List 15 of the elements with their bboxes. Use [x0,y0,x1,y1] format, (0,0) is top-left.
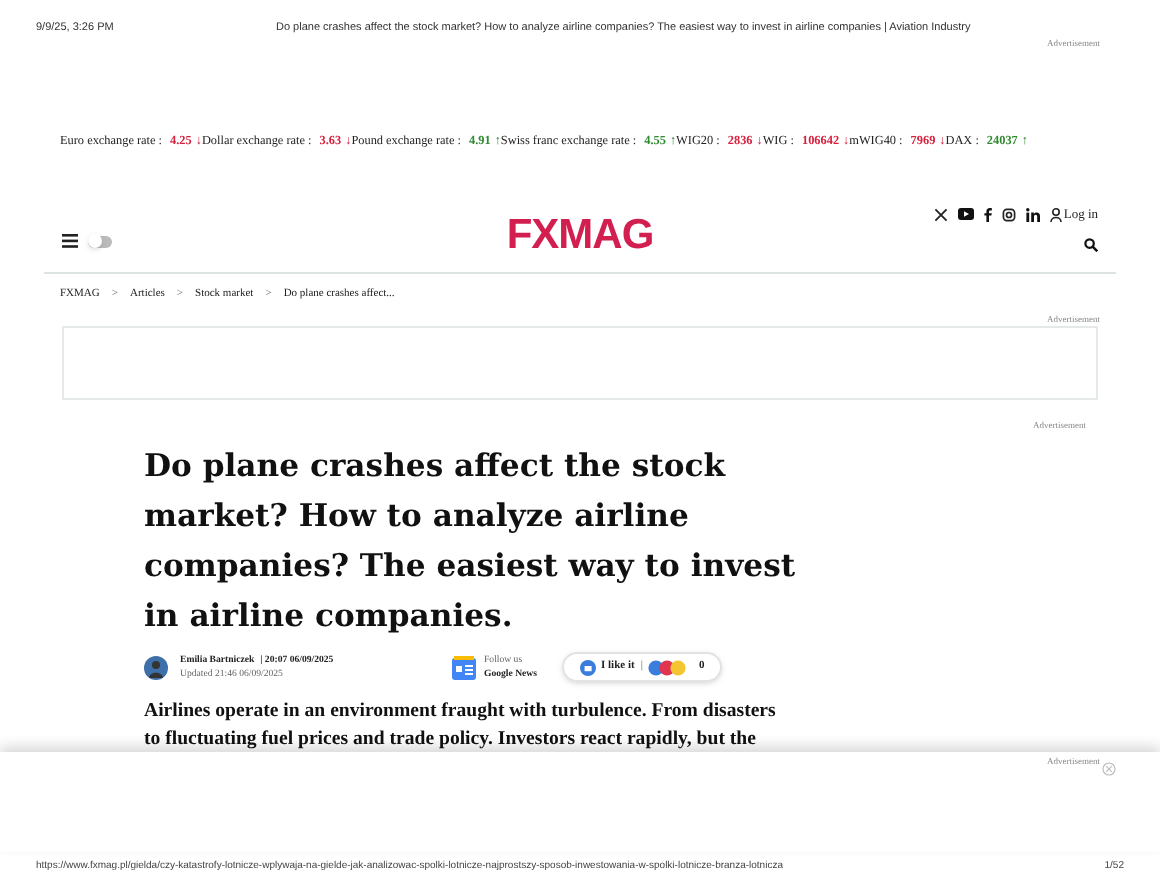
camera-icon[interactable] [1001,207,1016,222]
news-icon[interactable] [452,655,476,680]
x-icon[interactable] [933,207,948,222]
facebook-icon[interactable] [983,207,992,222]
reaction-icons [648,659,687,676]
linkedin-icon[interactable] [1025,207,1040,222]
theme-toggle[interactable] [88,235,112,248]
article-title: Do plane crashes affect the stock market? How to analyze airline companies? The easiest way to invest in airline companies. [144,444,798,639]
site-logo[interactable]: FXMAG [506,214,654,257]
menu-icon[interactable] [62,234,78,249]
article-lead: Airlines operate in an environment fraught with turbulence. From disasters to fluctuating fuel prices and trade policy. Investors react rapidly, but the [144,698,778,755]
search-icon[interactable] [1084,238,1098,253]
user-icon[interactable] [1049,207,1062,222]
video-icon[interactable] [957,208,974,221]
author-avatar [144,655,168,680]
